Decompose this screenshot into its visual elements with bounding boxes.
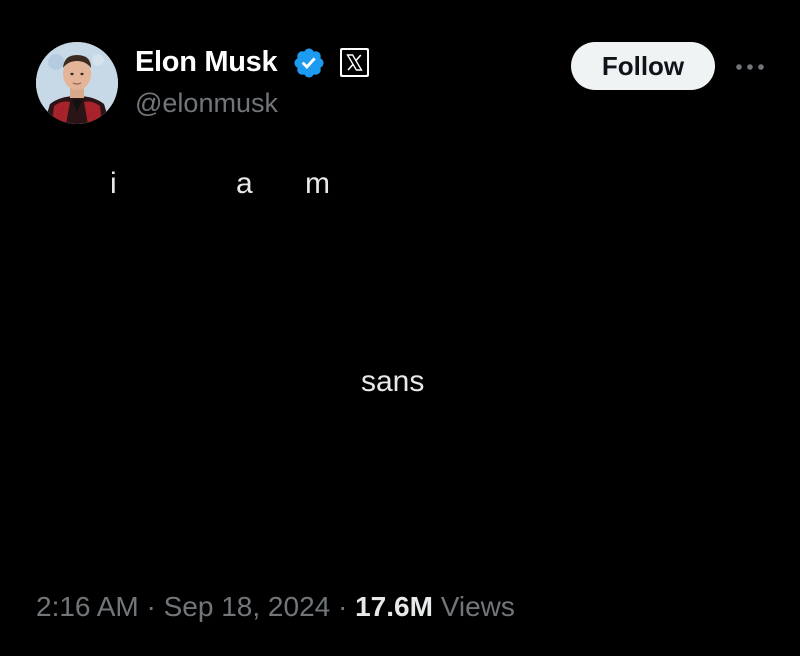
verified-badge-icon [294, 48, 324, 78]
meta-separator: · [146, 591, 156, 622]
views-count: 17.6M [355, 591, 433, 622]
meta-separator: · [338, 591, 348, 622]
tweet-text-word: m [305, 167, 330, 200]
tweet-text-word: sans [361, 365, 425, 398]
x-logo-icon [340, 48, 369, 77]
avatar[interactable] [36, 42, 118, 124]
tweet-text-word: a [236, 167, 253, 200]
author-handle[interactable]: @elonmusk [135, 86, 278, 120]
tweet-text-word: i [110, 167, 117, 200]
tweet-time[interactable]: 2:16 AM [36, 591, 139, 622]
author-display-name[interactable]: Elon Musk [135, 44, 278, 80]
tweet-metadata: 2:16 AM · Sep 18, 2024 · 17.6M Views [36, 590, 515, 624]
follow-button[interactable]: Follow [571, 42, 715, 90]
tweet-date[interactable]: Sep 18, 2024 [164, 591, 331, 622]
more-dots-icon[interactable] [730, 50, 770, 84]
tweet-card: Elon Musk @elonmusk Follow i a m sans 2:… [0, 0, 800, 656]
views-label: Views [440, 591, 515, 622]
avatar-image [36, 42, 118, 124]
